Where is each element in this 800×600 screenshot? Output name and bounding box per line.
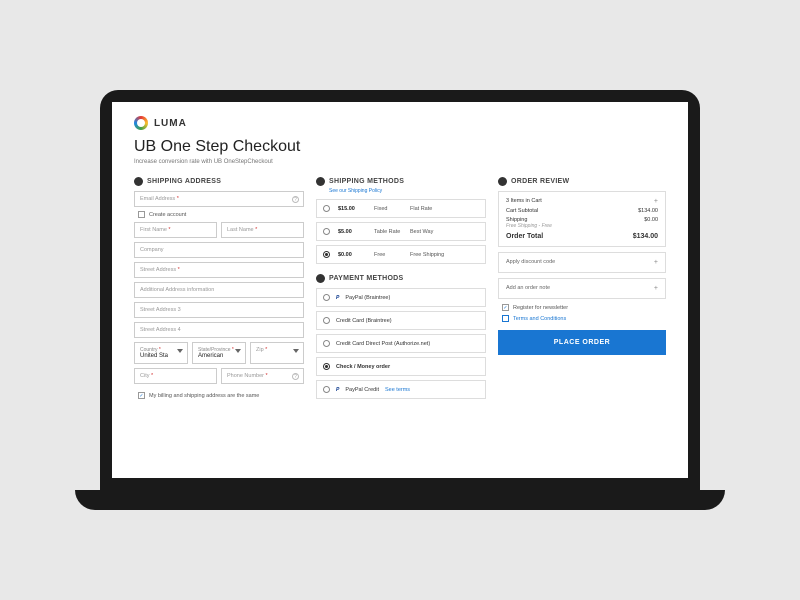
shipping-option-free[interactable]: $0.00 Free Free Shipping <box>316 245 486 264</box>
discount-code-toggle[interactable]: Apply discount code + <box>498 252 666 273</box>
newsletter-checkbox[interactable]: ✓ Register for newsletter <box>502 304 666 311</box>
payment-paypal-credit[interactable]: P PayPal Credit See terms <box>316 380 486 399</box>
page-title: UB One Step Checkout <box>134 138 666 156</box>
payment-methods-heading: PAYMENT METHODS <box>316 274 486 283</box>
state-select[interactable]: State/Province * American <box>192 342 246 364</box>
shipping-policy-link[interactable]: See our Shipping Policy <box>329 188 486 194</box>
paypal-icon: P <box>336 387 339 393</box>
luma-logo-icon <box>134 116 148 130</box>
same-billing-checkbox[interactable]: ✓ My billing and shipping address are th… <box>138 392 304 399</box>
order-review-section: ORDER REVIEW 3 Items in Cart + Cart Subt… <box>498 177 666 403</box>
zip-field[interactable]: Zip * <box>250 342 304 364</box>
paypal-credit-terms-link[interactable]: See terms <box>385 387 410 393</box>
shipping-methods-heading: SHIPPING METHODS <box>316 177 486 186</box>
country-select[interactable]: Country * United Sta <box>134 342 188 364</box>
create-account-checkbox[interactable]: Create account <box>138 211 304 218</box>
payment-paypal-braintree[interactable]: P PayPal (Braintree) <box>316 288 486 307</box>
step-3-icon <box>316 274 325 283</box>
radio-icon <box>323 228 330 235</box>
items-in-cart-toggle[interactable]: 3 Items in Cart + <box>506 198 658 205</box>
order-summary-box: 3 Items in Cart + Cart Subtotal $134.00 … <box>498 191 666 247</box>
checkbox-icon <box>138 211 145 218</box>
street1-field[interactable]: Street Address * <box>134 262 304 278</box>
radio-icon <box>323 340 330 347</box>
company-field[interactable]: Company <box>134 242 304 258</box>
step-4-icon <box>498 177 507 186</box>
shipping-line: Shipping Free Shipping - Free $0.00 <box>506 217 658 229</box>
order-total-line: Order Total $134.00 <box>506 233 658 240</box>
help-icon[interactable]: ? <box>292 196 299 203</box>
methods-column: SHIPPING METHODS See our Shipping Policy… <box>316 177 486 403</box>
help-icon[interactable]: ? <box>292 373 299 380</box>
paypal-icon: P <box>336 295 339 301</box>
chevron-down-icon <box>293 349 299 353</box>
brand-name: LUMA <box>154 118 187 129</box>
city-field[interactable]: City * <box>134 368 217 384</box>
checkbox-checked-icon: ✓ <box>502 304 509 311</box>
shipping-address-section: SHIPPING ADDRESS Email Address * ? Creat… <box>134 177 304 403</box>
radio-selected-icon <box>323 363 330 370</box>
payment-check-money-order[interactable]: Check / Money order <box>316 357 486 376</box>
first-name-field[interactable]: First Name * <box>134 222 217 238</box>
chevron-down-icon <box>235 349 241 353</box>
payment-credit-braintree[interactable]: Credit Card (Braintree) <box>316 311 486 330</box>
radio-selected-icon <box>323 251 330 258</box>
laptop-base <box>75 490 725 510</box>
page-subtitle: Increase conversion rate with UB OneStep… <box>134 159 666 165</box>
street2-field[interactable]: Additional Address information <box>134 282 304 298</box>
plus-icon: + <box>654 259 658 266</box>
step-2-icon <box>316 177 325 186</box>
screen: LUMA UB One Step Checkout Increase conve… <box>112 102 688 478</box>
checkbox-checked-icon: ✓ <box>138 392 145 399</box>
street3-field[interactable]: Street Address 3 <box>134 302 304 318</box>
checkout-page: LUMA UB One Step Checkout Increase conve… <box>112 102 688 417</box>
phone-field[interactable]: Phone Number * ? <box>221 368 304 384</box>
chevron-down-icon <box>177 349 183 353</box>
radio-icon <box>323 317 330 324</box>
email-field[interactable]: Email Address * ? <box>134 191 304 207</box>
payment-authorize-net[interactable]: Credit Card Direct Post (Authorize.net) <box>316 334 486 353</box>
shipping-address-heading: SHIPPING ADDRESS <box>134 177 304 186</box>
shipping-option-table-rate[interactable]: $5.00 Table Rate Best Way <box>316 222 486 241</box>
cart-subtotal-line: Cart Subtotal $134.00 <box>506 208 658 214</box>
screen-bezel: LUMA UB One Step Checkout Increase conve… <box>100 90 700 490</box>
radio-icon <box>323 294 330 301</box>
shipping-option-flat-rate[interactable]: $15.00 Fixed Flat Rate <box>316 199 486 218</box>
plus-icon: + <box>654 198 658 205</box>
terms-link[interactable]: Terms and Conditions <box>502 315 666 322</box>
radio-icon <box>323 205 330 212</box>
last-name-field[interactable]: Last Name * <box>221 222 304 238</box>
order-note-toggle[interactable]: Add an order note + <box>498 278 666 299</box>
plus-icon: + <box>654 285 658 292</box>
radio-icon <box>323 386 330 393</box>
laptop-frame: LUMA UB One Step Checkout Increase conve… <box>100 90 700 510</box>
street4-field[interactable]: Street Address 4 <box>134 322 304 338</box>
order-review-heading: ORDER REVIEW <box>498 177 666 186</box>
step-1-icon <box>134 177 143 186</box>
brand: LUMA <box>134 116 666 130</box>
checkbox-icon <box>502 315 509 322</box>
place-order-button[interactable]: PLACE ORDER <box>498 330 666 355</box>
